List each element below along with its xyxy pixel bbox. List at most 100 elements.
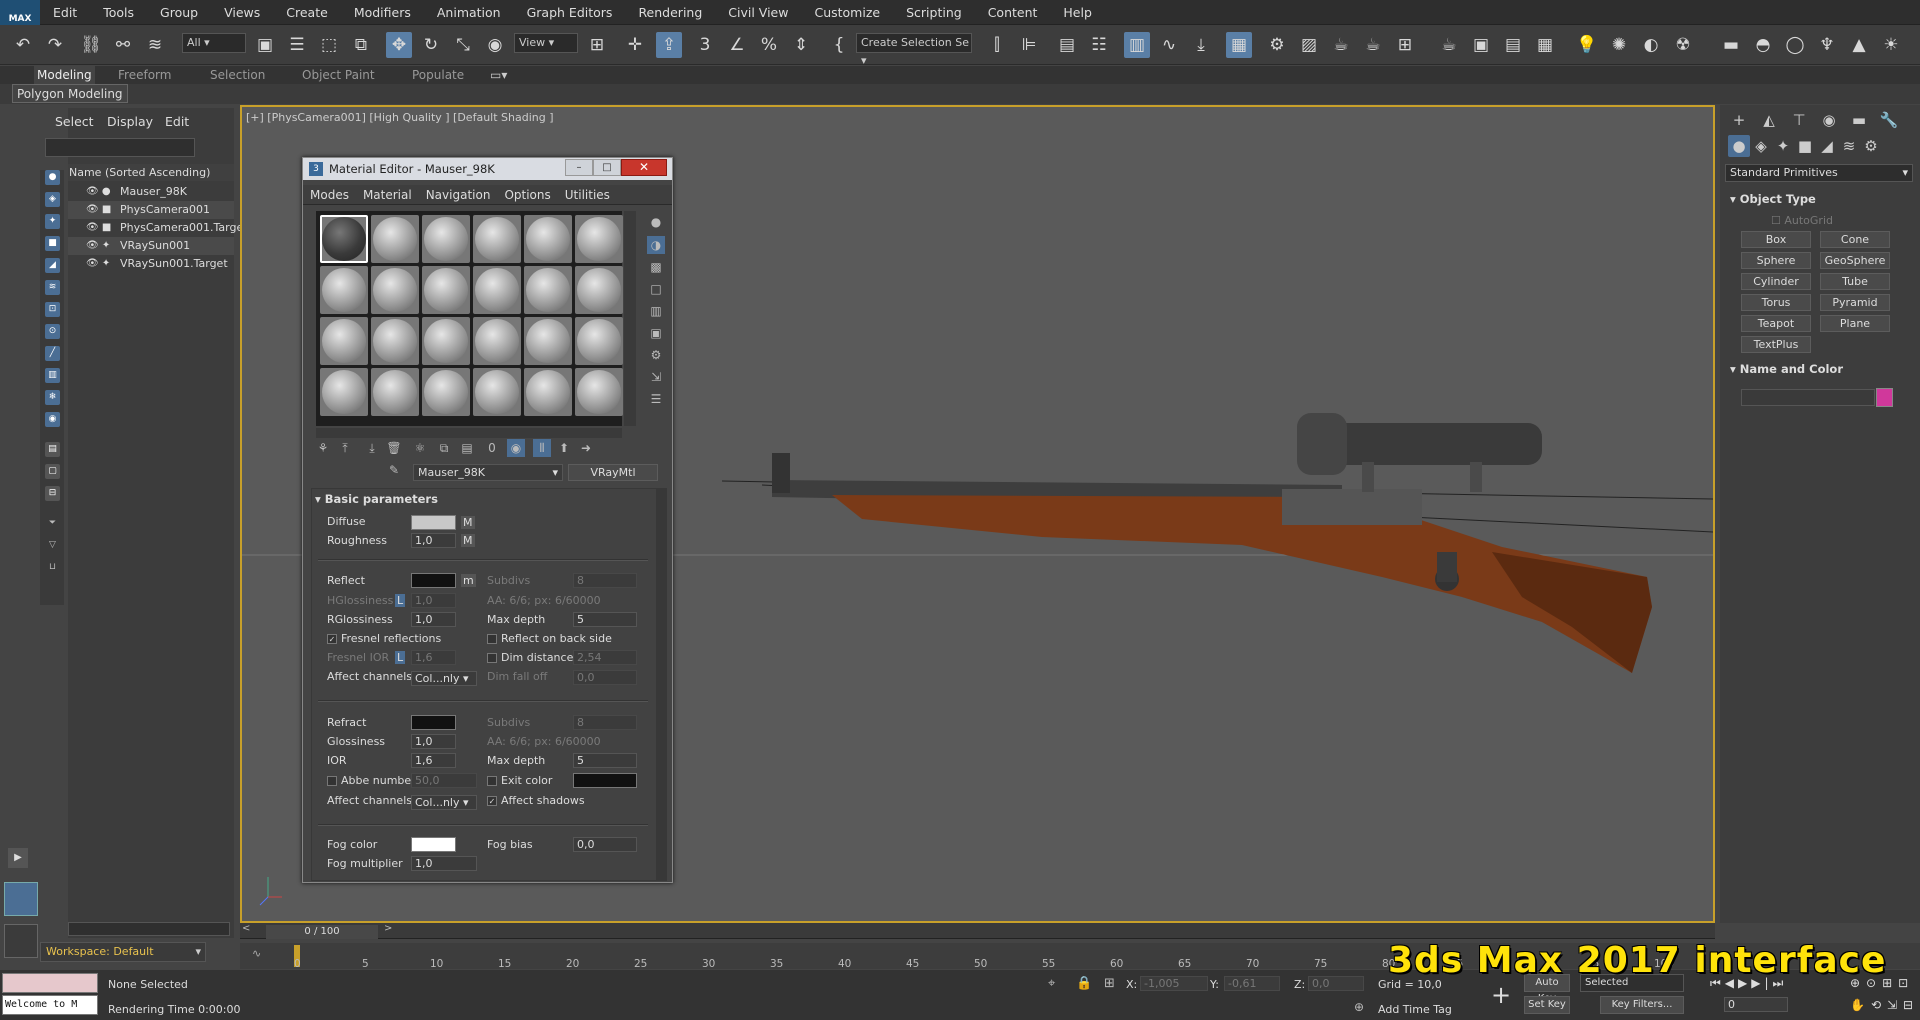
eye-icon[interactable]: 👁 ■ <box>86 201 111 219</box>
material-slot[interactable] <box>371 368 419 416</box>
isolate-selection-icon[interactable]: ⌖ <box>1048 976 1055 991</box>
menu-rendering[interactable]: Rendering <box>625 0 715 25</box>
menu-options[interactable]: Options <box>497 188 557 202</box>
material-slot[interactable] <box>524 368 572 416</box>
diffuse-color-swatch[interactable] <box>411 515 456 530</box>
scene-column-header[interactable]: Name (Sorted Ascending) <box>68 164 234 181</box>
eye-icon[interactable]: 👁 ● <box>86 183 111 201</box>
menu-modifiers[interactable]: Modifiers <box>341 0 424 25</box>
roughness-spinner[interactable]: 1,0 <box>411 533 456 548</box>
menu-material[interactable]: Material <box>356 188 419 202</box>
vray-light-icon[interactable]: 💡 <box>1574 32 1600 58</box>
eye-icon[interactable]: 👁 ✦ <box>86 237 110 255</box>
maxdepth-spinner[interactable]: 5 <box>573 612 637 627</box>
ior-spinner[interactable]: 1,6 <box>411 753 456 768</box>
placement-icon[interactable]: ◉ <box>482 32 508 58</box>
reflect-back-checkbox[interactable] <box>487 634 497 644</box>
cameras-icon[interactable]: ■ <box>1794 135 1816 157</box>
polygon-modeling-panel[interactable]: Polygon Modeling <box>12 84 128 103</box>
workspace-dropdown[interactable]: Workspace: Default ▾ <box>40 942 206 962</box>
display-bones-icon[interactable]: ╱ <box>45 346 60 361</box>
curve-editor-mini-icon[interactable]: ∿ <box>252 947 261 960</box>
ribbon-options-icon[interactable]: ▭▾ <box>490 66 507 84</box>
show-end-result-icon[interactable]: ⫴ <box>533 439 551 457</box>
material-slot[interactable] <box>422 266 470 314</box>
abbe-checkbox[interactable] <box>327 776 337 786</box>
uv-tiling-icon[interactable]: □ <box>647 280 665 298</box>
refract-maxdepth-spinner[interactable]: 5 <box>573 753 637 768</box>
toggle-ribbon-icon[interactable]: ▥ <box>1124 32 1150 58</box>
material-slot[interactable] <box>575 215 623 263</box>
torus-button[interactable]: Torus <box>1741 294 1811 311</box>
quad-viewport-icon[interactable] <box>4 924 38 958</box>
expand-arrow-icon[interactable]: ▶ <box>8 848 28 868</box>
basic-params-rollout[interactable]: ▾ Basic parameters <box>315 492 438 506</box>
material-slot[interactable] <box>473 266 521 314</box>
material-slot[interactable] <box>575 266 623 314</box>
minimize-button[interactable]: – <box>565 159 593 176</box>
textplus-button[interactable]: TextPlus <box>1741 336 1811 353</box>
menu-animation[interactable]: Animation <box>424 0 514 25</box>
vray-plane-icon[interactable]: ▬ <box>1718 32 1744 58</box>
maxscript-listener-output[interactable] <box>2 973 98 993</box>
menu-tools[interactable]: Tools <box>90 0 147 25</box>
vray-frame-buffer-icon[interactable]: ▣ <box>1468 32 1494 58</box>
select-by-name-icon[interactable]: ☰ <box>284 32 310 58</box>
vray-proxy-icon[interactable]: ▲ <box>1846 32 1872 58</box>
material-slot[interactable] <box>422 317 470 365</box>
lights-icon[interactable]: ✦ <box>1772 135 1794 157</box>
display-hidden-icon[interactable]: ◉ <box>45 412 60 427</box>
go-forward-sibling-icon[interactable]: ➜ <box>577 439 595 457</box>
material-slot[interactable] <box>320 368 368 416</box>
spinner-snap-icon[interactable]: ⇕ <box>788 32 814 58</box>
fog-color-swatch[interactable] <box>411 837 456 852</box>
material-slot[interactable] <box>473 215 521 263</box>
menu-civil-view[interactable]: Civil View <box>715 0 801 25</box>
exit-color-swatch[interactable] <box>573 773 637 788</box>
material-type-button[interactable]: VRayMtl <box>568 464 658 481</box>
bind-spacewarp-icon[interactable]: ≋ <box>142 32 168 58</box>
tab-modeling[interactable]: Modeling <box>34 66 95 84</box>
scene-tab-select[interactable]: Select <box>55 114 94 129</box>
menu-views[interactable]: Views <box>211 0 273 25</box>
set-key-button[interactable]: Set Key <box>1524 996 1570 1014</box>
render-cloud-icon[interactable]: ⊞ <box>1392 32 1418 58</box>
rglossiness-spinner[interactable]: 1,0 <box>411 612 456 627</box>
close-button[interactable]: ✕ <box>621 159 667 176</box>
scene-tab-display[interactable]: Display <box>107 114 153 129</box>
rendered-frame-window-icon[interactable]: ▨ <box>1296 32 1322 58</box>
menu-graph-editors[interactable]: Graph Editors <box>514 0 626 25</box>
vray-ies-icon[interactable]: ◐ <box>1638 32 1664 58</box>
filter-options-icon[interactable]: ▽ <box>45 538 60 553</box>
fog-multiplier-spinner[interactable]: 1,0 <box>411 856 477 871</box>
vray-dome-icon[interactable]: ◓ <box>1750 32 1776 58</box>
slot-horizontal-scrollbar[interactable] <box>316 428 622 438</box>
glossiness-spinner[interactable]: 1,0 <box>411 734 456 749</box>
layer-icon[interactable]: ⊔ <box>45 560 60 575</box>
go-to-parent-icon[interactable]: ⬆ <box>555 439 573 457</box>
move-icon[interactable]: ✥ <box>386 32 412 58</box>
menu-content[interactable]: Content <box>975 0 1051 25</box>
pick-material-icon[interactable]: ✎ <box>389 463 399 477</box>
subdivs-spinner[interactable]: 8 <box>573 573 637 588</box>
teapot-button[interactable]: Teapot <box>1741 315 1811 332</box>
x-coordinate-field[interactable]: -1,005 <box>1140 976 1208 991</box>
display-helpers-icon[interactable]: ◢ <box>45 258 60 273</box>
vray-teapot-icon[interactable]: ☕ <box>1436 32 1462 58</box>
display-dependents-icon[interactable]: ⊟ <box>45 486 60 501</box>
menu-group[interactable]: Group <box>147 0 211 25</box>
material-slot[interactable] <box>371 317 419 365</box>
toggle-layers-icon[interactable]: ☷ <box>1086 32 1112 58</box>
modify-tab-icon[interactable]: ◭ <box>1758 109 1780 131</box>
pyramid-button[interactable]: Pyramid <box>1820 294 1890 311</box>
selection-lock-icon[interactable]: 🔒 <box>1076 976 1092 991</box>
render-setup-icon[interactable]: ⚙ <box>1264 32 1290 58</box>
abbe-spinner[interactable]: 50,0 <box>411 773 477 788</box>
affect-shadows-checkbox[interactable]: ✓ <box>487 796 497 806</box>
menu-modes[interactable]: Modes <box>303 188 356 202</box>
roughness-map-button[interactable]: M <box>461 534 475 547</box>
add-time-tag[interactable]: Add Time Tag <box>1378 1003 1452 1016</box>
menu-scripting[interactable]: Scripting <box>893 0 975 25</box>
tab-freeform[interactable]: Freeform <box>118 66 171 84</box>
display-particles-icon[interactable]: ❄ <box>45 390 60 405</box>
